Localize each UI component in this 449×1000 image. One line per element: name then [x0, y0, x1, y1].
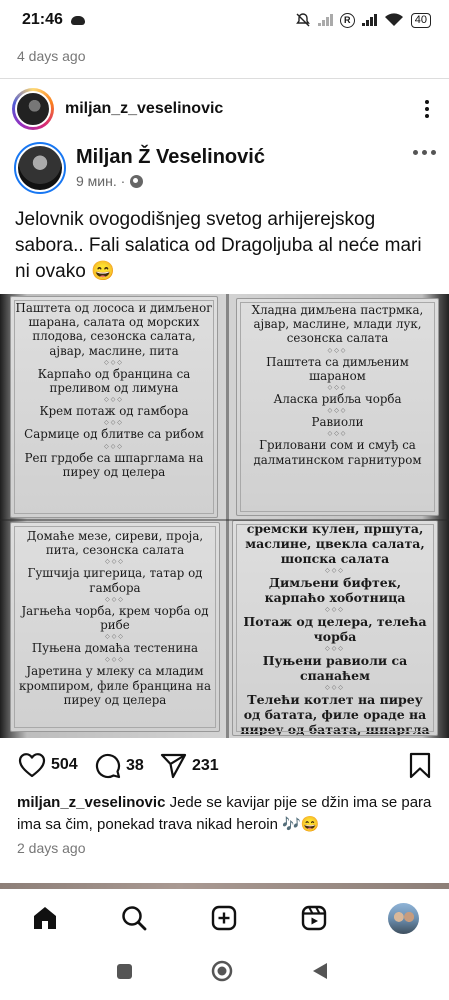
- send-icon: [160, 753, 187, 779]
- shared-author-avatar: [14, 142, 66, 194]
- menu-card-bottom-left: Домаће мезе, сиреви, проја, пита, сезонс…: [10, 522, 220, 732]
- mute-icon: [295, 13, 310, 27]
- wifi-icon: [384, 13, 403, 26]
- r-icon: R: [339, 12, 355, 28]
- post-caption: miljan_z_veselinovic Jede se kavijar pij…: [17, 792, 437, 836]
- comment-count: 38: [126, 756, 144, 774]
- home-icon: [34, 907, 56, 929]
- status-time: 21:46: [22, 11, 63, 28]
- post-image[interactable]: Паштета од лососа и димљеног шарана, сал…: [0, 294, 449, 738]
- reels-icon: [301, 905, 327, 931]
- system-navigation: [0, 951, 449, 1000]
- square-icon: [117, 964, 132, 979]
- recents-button[interactable]: [116, 963, 133, 985]
- heart-icon: [18, 753, 46, 778]
- menu-card-top-right: Хладна димљена пастрмка, ајвар, маслине,…: [236, 298, 439, 516]
- post-actions: 504 38 231: [0, 748, 449, 784]
- nav-reels[interactable]: [299, 903, 329, 933]
- nav-home[interactable]: [30, 903, 60, 933]
- post-username[interactable]: miljan_z_veselinovic: [65, 100, 223, 118]
- create-icon: [211, 905, 237, 931]
- signal-icon: [361, 14, 377, 26]
- nav-search[interactable]: [119, 903, 149, 933]
- shared-author-name: Miljan Ž Veselinović: [76, 146, 265, 168]
- bottom-navigation: [0, 889, 449, 951]
- like-count: 504: [51, 756, 78, 773]
- previous-post-fragment: [0, 30, 449, 40]
- shared-post-text: Jelovnik ovogodišnjeg svetog arhijerejsk…: [15, 209, 422, 282]
- profile-avatar[interactable]: [388, 903, 419, 934]
- like-button[interactable]: 504: [18, 752, 78, 778]
- signal-icon: [317, 14, 333, 26]
- home-button[interactable]: [211, 960, 233, 987]
- comment-icon: [95, 753, 121, 779]
- share-button[interactable]: 231: [160, 752, 219, 779]
- bookmark-button[interactable]: [409, 752, 431, 784]
- comment-button[interactable]: 38: [94, 752, 144, 779]
- status-icons: R 40: [295, 12, 431, 28]
- shared-post-time: 9 мин. ·: [76, 173, 126, 189]
- cloud-icon: [70, 15, 85, 25]
- menu-card-top-left: Паштета од лососа и димљеног шарана, сал…: [10, 296, 218, 518]
- post-divider: [0, 78, 449, 79]
- more-options-icon[interactable]: [417, 97, 437, 121]
- more-horizontal-icon: [413, 150, 436, 155]
- avatar[interactable]: [12, 88, 54, 130]
- globe-icon: [130, 174, 144, 188]
- caption-username[interactable]: miljan_z_veselinovic: [17, 794, 165, 811]
- nav-create[interactable]: [209, 903, 239, 933]
- previous-post-timestamp: 4 days ago: [17, 48, 86, 64]
- battery-icon: 40: [410, 12, 431, 28]
- menu-card-bottom-right: сремски кулен, пршута, маслине, цвекла с…: [232, 520, 438, 736]
- share-count: 231: [192, 756, 219, 774]
- post-header: miljan_z_veselinovic: [12, 88, 437, 130]
- photo-fold-vertical: [226, 294, 229, 738]
- search-icon: [122, 906, 147, 931]
- post-timestamp: 2 days ago: [17, 840, 86, 856]
- back-button[interactable]: [311, 962, 328, 985]
- bookmark-icon: [409, 752, 431, 779]
- circle-icon: [211, 960, 233, 982]
- back-triangle-icon: [313, 963, 327, 979]
- shared-post-meta: 9 мин. ·: [76, 173, 144, 189]
- photo-fold-horizontal: [0, 519, 449, 521]
